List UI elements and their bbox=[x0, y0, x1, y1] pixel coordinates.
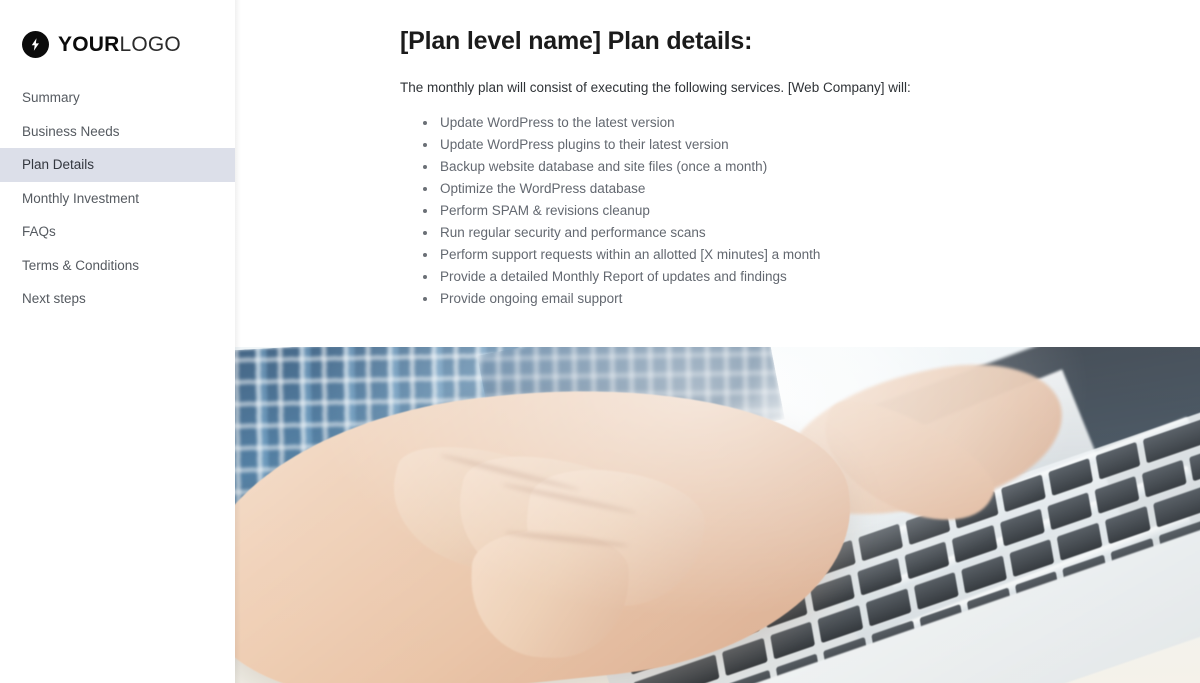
logo-text: YOURLOGO bbox=[58, 34, 181, 55]
logo[interactable]: YOURLOGO bbox=[0, 0, 235, 62]
content-block: [Plan level name] Plan details: The mont… bbox=[235, 0, 1200, 313]
sidebar: YOURLOGO Summary Business Needs Plan Det… bbox=[0, 0, 241, 683]
list-item: Provide ongoing email support bbox=[422, 290, 1200, 312]
list-item: Update WordPress to the latest version bbox=[422, 114, 1200, 136]
sidebar-item-faqs[interactable]: FAQs bbox=[0, 215, 235, 249]
sidebar-item-terms-conditions[interactable]: Terms & Conditions bbox=[0, 249, 235, 283]
list-item: Perform SPAM & revisions cleanup bbox=[422, 202, 1200, 224]
list-item: Provide a detailed Monthly Report of upd… bbox=[422, 268, 1200, 290]
photo-thumb bbox=[469, 527, 632, 661]
logo-text-light: LOGO bbox=[119, 32, 181, 56]
page-title: [Plan level name] Plan details: bbox=[400, 27, 753, 55]
sidebar-item-plan-details[interactable]: Plan Details bbox=[0, 148, 235, 182]
sidebar-item-monthly-investment[interactable]: Monthly Investment bbox=[0, 182, 235, 216]
list-item: Backup website database and site files (… bbox=[422, 158, 1200, 180]
sidebar-item-summary[interactable]: Summary bbox=[0, 81, 235, 115]
proposal-page: YOURLOGO Summary Business Needs Plan Det… bbox=[0, 0, 1200, 683]
hero-image bbox=[235, 347, 1200, 683]
main-content: [Plan level name] Plan details: The mont… bbox=[235, 0, 1200, 683]
services-list: Update WordPress to the latest version U… bbox=[400, 114, 1200, 313]
list-item: Update WordPress plugins to their latest… bbox=[422, 136, 1200, 158]
sidebar-nav: Summary Business Needs Plan Details Mont… bbox=[0, 81, 235, 316]
list-item: Optimize the WordPress database bbox=[422, 180, 1200, 202]
lightning-bolt-icon bbox=[22, 30, 49, 58]
hero-photo-laptop-typing bbox=[235, 347, 1200, 683]
logo-text-bold: YOUR bbox=[58, 32, 120, 56]
intro-paragraph: The monthly plan will consist of executi… bbox=[400, 80, 911, 95]
list-item: Perform support requests within an allot… bbox=[422, 246, 1200, 268]
list-item: Run regular security and performance sca… bbox=[422, 224, 1200, 246]
sidebar-item-business-needs[interactable]: Business Needs bbox=[0, 115, 235, 149]
sidebar-item-next-steps[interactable]: Next steps bbox=[0, 282, 235, 316]
